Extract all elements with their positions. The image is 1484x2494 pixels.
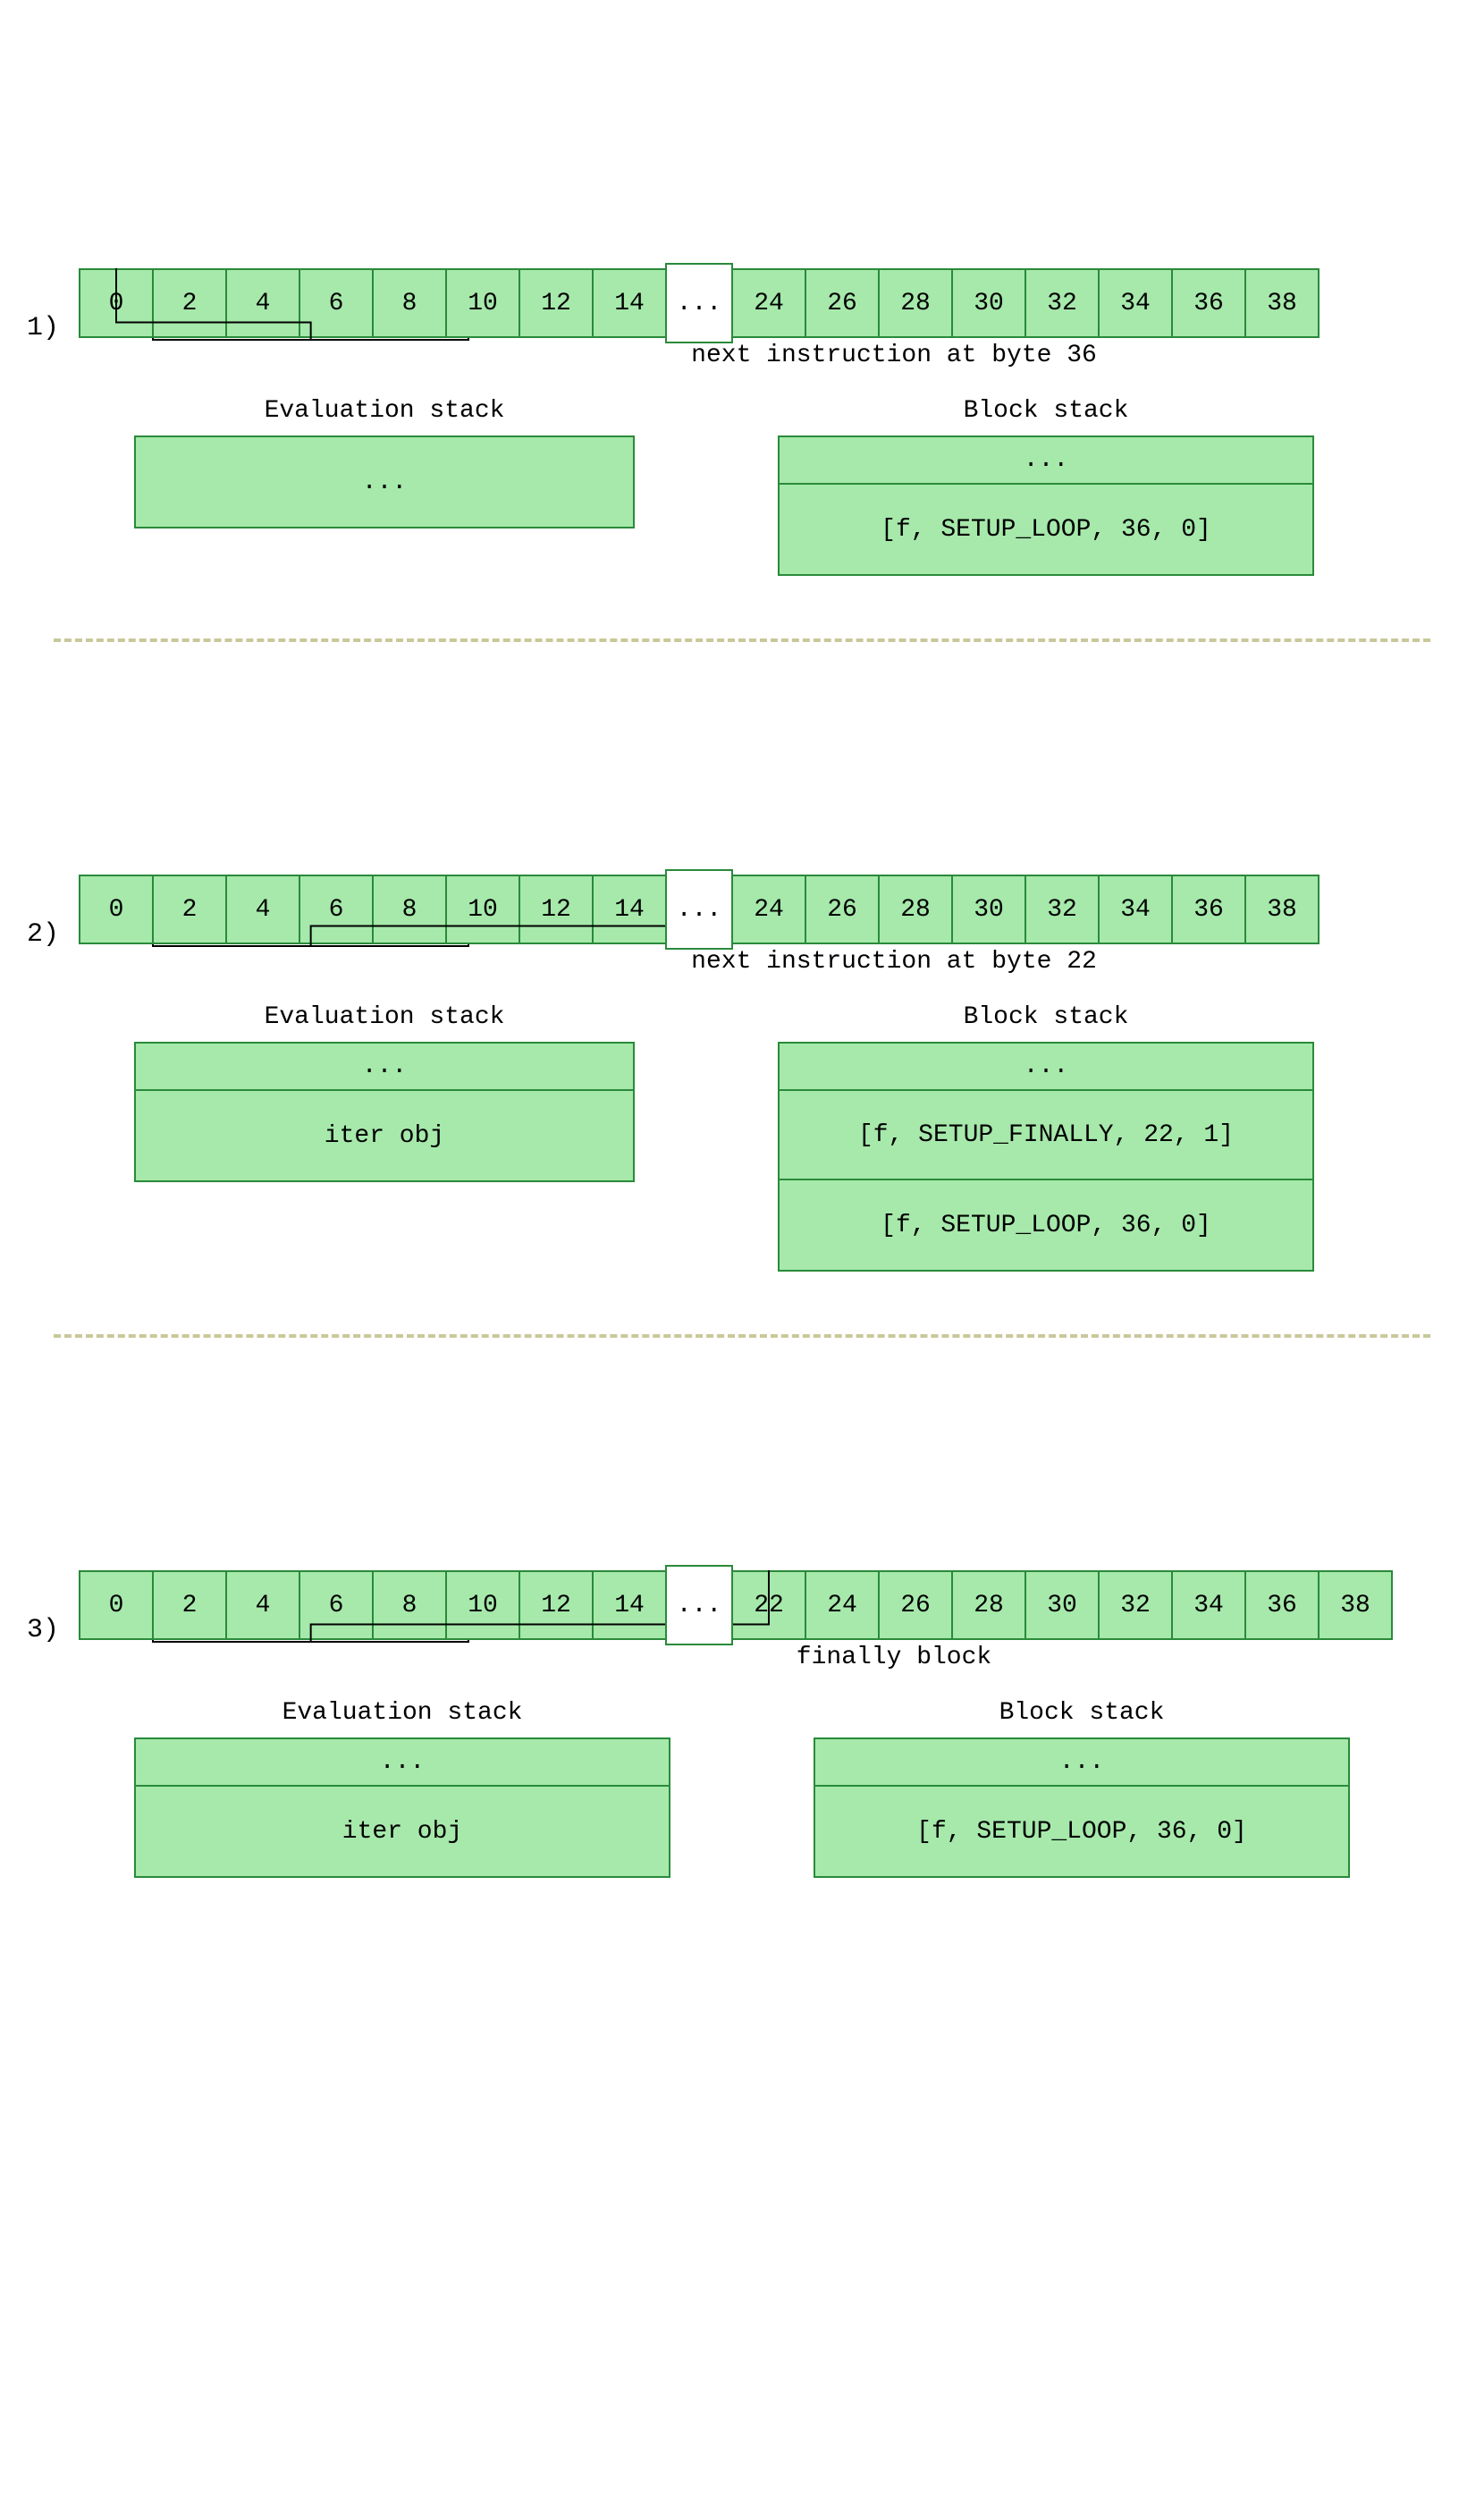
bytecode-cell: 36 (1244, 1570, 1320, 1640)
block-stack-title: Block stack (778, 397, 1314, 425)
bytecode-cell: 12 (519, 1570, 594, 1640)
bytecode-cell: 34 (1098, 268, 1173, 338)
bytecode-cell: 6 (299, 268, 374, 338)
block-stack-cell: [f, SETUP_LOOP, 36, 0] (815, 1787, 1348, 1876)
panel: 1)instruction pointerSETUP_LOOP: a block… (27, 268, 1457, 576)
bytecode-cell: 34 (1098, 875, 1173, 944)
bytecode-cell: 8 (372, 268, 447, 338)
block-stack-box: ...[f, SETUP_LOOP, 36, 0] (778, 435, 1314, 576)
bytecode-gap: ... (665, 869, 733, 950)
stacks-row: Evaluation stack...Block stack...[f, SET… (134, 397, 1457, 576)
bytecode-cell: 2 (152, 1570, 227, 1640)
bytecode-cell: 2 (152, 268, 227, 338)
bytecode-cell: 6 (299, 875, 374, 944)
panel: 3)instruction pointerBREAK_LOOP: Trigger… (27, 1570, 1457, 1878)
bytecode-cell: 32 (1024, 875, 1100, 944)
block-stack-column: Block stack...[f, SETUP_FINALLY, 22, 1][… (778, 1003, 1314, 1272)
bytecode-cell: 12 (519, 268, 594, 338)
evaluation-stack-column: Evaluation stack...iter obj (134, 1699, 670, 1878)
bytecode-cell: 0 (79, 1570, 154, 1640)
bytecode-cell: 10 (445, 875, 520, 944)
panel-separator (54, 638, 1430, 642)
evaluation-stack-box: ...iter obj (134, 1737, 670, 1878)
block-stack-cell: ... (780, 1044, 1312, 1091)
evaluation-stack-box: ... (134, 435, 635, 528)
bytecode-cell: 38 (1318, 1570, 1393, 1640)
bytecode-cell: 12 (519, 875, 594, 944)
block-stack-cell: [f, SETUP_LOOP, 36, 0] (780, 1180, 1312, 1270)
evaluation-stack-cell: ... (136, 1044, 633, 1091)
bytecode-cell: 36 (1171, 875, 1246, 944)
bytecode-cell: 4 (225, 1570, 300, 1640)
bytecode-cell: 28 (878, 268, 953, 338)
bytecode-cell: 24 (731, 268, 806, 338)
bytecode-cell: 24 (731, 875, 806, 944)
block-stack-cell: ... (815, 1739, 1348, 1787)
block-stack-box: ...[f, SETUP_LOOP, 36, 0] (814, 1737, 1350, 1878)
bytecode-cell: 26 (805, 875, 880, 944)
block-stack-cell: [f, SETUP_FINALLY, 22, 1] (780, 1091, 1312, 1180)
bytecode-row: 02468101214...222426283032343638 (80, 1570, 1457, 1645)
step-number: 3) (27, 1615, 59, 1645)
bytecode-cell: 24 (805, 1570, 880, 1640)
bytecode-cell: 28 (951, 1570, 1026, 1640)
evaluation-stack-column: Evaluation stack...iter obj (134, 1003, 635, 1182)
panel: 2)instruction pointerSETUP_FINALLY: a bl… (27, 875, 1457, 1272)
evaluation-stack-cell: ... (136, 437, 633, 527)
bytecode-row: 02468101214...2426283032343638 (80, 268, 1457, 343)
evaluation-stack-title: Evaluation stack (134, 1003, 635, 1031)
bytecode-cell: 4 (225, 268, 300, 338)
step-number: 2) (27, 919, 59, 950)
bytecode-cell: 14 (592, 875, 667, 944)
bytecode-cell: 26 (878, 1570, 953, 1640)
bytecode-cell: 38 (1244, 268, 1320, 338)
bytecode-cell: 26 (805, 268, 880, 338)
block-stack-cell: [f, SETUP_LOOP, 36, 0] (780, 485, 1312, 574)
bytecode-cell: 22 (731, 1570, 806, 1640)
bytecode-cell: 14 (592, 268, 667, 338)
block-stack-cell: ... (780, 437, 1312, 485)
stacks-row: Evaluation stack...iter objBlock stack..… (134, 1003, 1457, 1272)
bytecode-gap: ... (665, 1565, 733, 1645)
evaluation-stack-title: Evaluation stack (134, 397, 635, 425)
bytecode-cell: 0 (79, 268, 154, 338)
bytecode-row: 02468101214...2426283032343638 (80, 875, 1457, 950)
bytecode-cell: 6 (299, 1570, 374, 1640)
bytecode-cell: 14 (592, 1570, 667, 1640)
evaluation-stack-title: Evaluation stack (134, 1699, 670, 1727)
block-stack-column: Block stack...[f, SETUP_LOOP, 36, 0] (814, 1699, 1350, 1878)
block-stack-column: Block stack...[f, SETUP_LOOP, 36, 0] (778, 397, 1314, 576)
bytecode-cell: 38 (1244, 875, 1320, 944)
bytecode-cell: 32 (1098, 1570, 1173, 1640)
block-stack-title: Block stack (778, 1003, 1314, 1031)
panel-separator (54, 1334, 1430, 1338)
evaluation-stack-cell: ... (136, 1739, 669, 1787)
bytecode-cell: 10 (445, 268, 520, 338)
bytecode-cell: 32 (1024, 268, 1100, 338)
evaluation-stack-cell: iter obj (136, 1787, 669, 1876)
bytecode-cell: 30 (1024, 1570, 1100, 1640)
bytecode-cell: 34 (1171, 1570, 1246, 1640)
bytecode-cell: 8 (372, 875, 447, 944)
bytecode-cell: 8 (372, 1570, 447, 1640)
bytecode-cell: 0 (79, 875, 154, 944)
bytecode-cell: 28 (878, 875, 953, 944)
block-stack-title: Block stack (814, 1699, 1350, 1727)
stacks-row: Evaluation stack...iter objBlock stack..… (134, 1699, 1457, 1878)
bytecode-cell: 2 (152, 875, 227, 944)
step-number: 1) (27, 313, 59, 343)
block-stack-box: ...[f, SETUP_FINALLY, 22, 1][f, SETUP_LO… (778, 1042, 1314, 1272)
bytecode-cell: 10 (445, 1570, 520, 1640)
bytecode-gap: ... (665, 263, 733, 343)
bytecode-cell: 30 (951, 875, 1026, 944)
evaluation-stack-cell: iter obj (136, 1091, 633, 1180)
evaluation-stack-box: ...iter obj (134, 1042, 635, 1182)
bytecode-cell: 30 (951, 268, 1026, 338)
bytecode-cell: 4 (225, 875, 300, 944)
bytecode-cell: 36 (1171, 268, 1246, 338)
evaluation-stack-column: Evaluation stack... (134, 397, 635, 528)
